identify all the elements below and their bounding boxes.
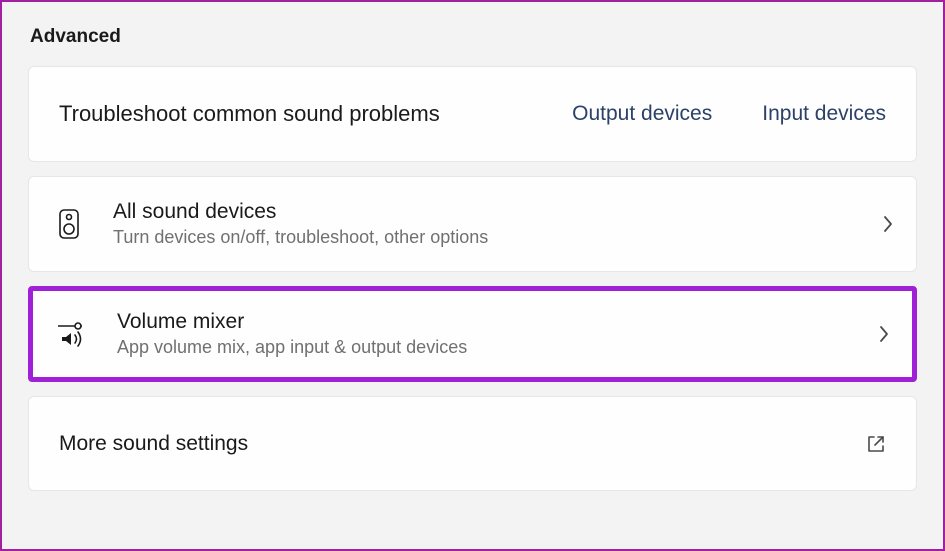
input-devices-link[interactable]: Input devices [762, 102, 886, 126]
card-text: All sound devices Turn devices on/off, t… [113, 200, 882, 248]
chevron-right-icon [878, 324, 890, 344]
all-devices-title: All sound devices [113, 200, 882, 224]
section-title: Advanced [30, 26, 917, 48]
troubleshoot-title: Troubleshoot common sound problems [59, 101, 440, 127]
external-link-icon [866, 434, 886, 454]
more-sound-settings-item[interactable]: More sound settings [28, 396, 917, 491]
speaker-device-icon [51, 208, 87, 240]
card-text: Volume mixer App volume mix, app input &… [117, 310, 878, 358]
troubleshoot-card: Troubleshoot common sound problems Outpu… [28, 66, 917, 162]
volume-mixer-subtitle: App volume mix, app input & output devic… [117, 337, 878, 358]
all-sound-devices-item[interactable]: All sound devices Turn devices on/off, t… [28, 176, 917, 272]
chevron-right-icon [882, 214, 894, 234]
all-devices-subtitle: Turn devices on/off, troubleshoot, other… [113, 227, 882, 248]
volume-mixer-title: Volume mixer [117, 310, 878, 334]
volume-mixer-item[interactable]: Volume mixer App volume mix, app input &… [28, 286, 917, 382]
output-devices-link[interactable]: Output devices [572, 102, 712, 126]
volume-mixer-icon [55, 319, 91, 349]
troubleshoot-links: Output devices Input devices [572, 102, 886, 126]
more-settings-title: More sound settings [59, 432, 248, 456]
